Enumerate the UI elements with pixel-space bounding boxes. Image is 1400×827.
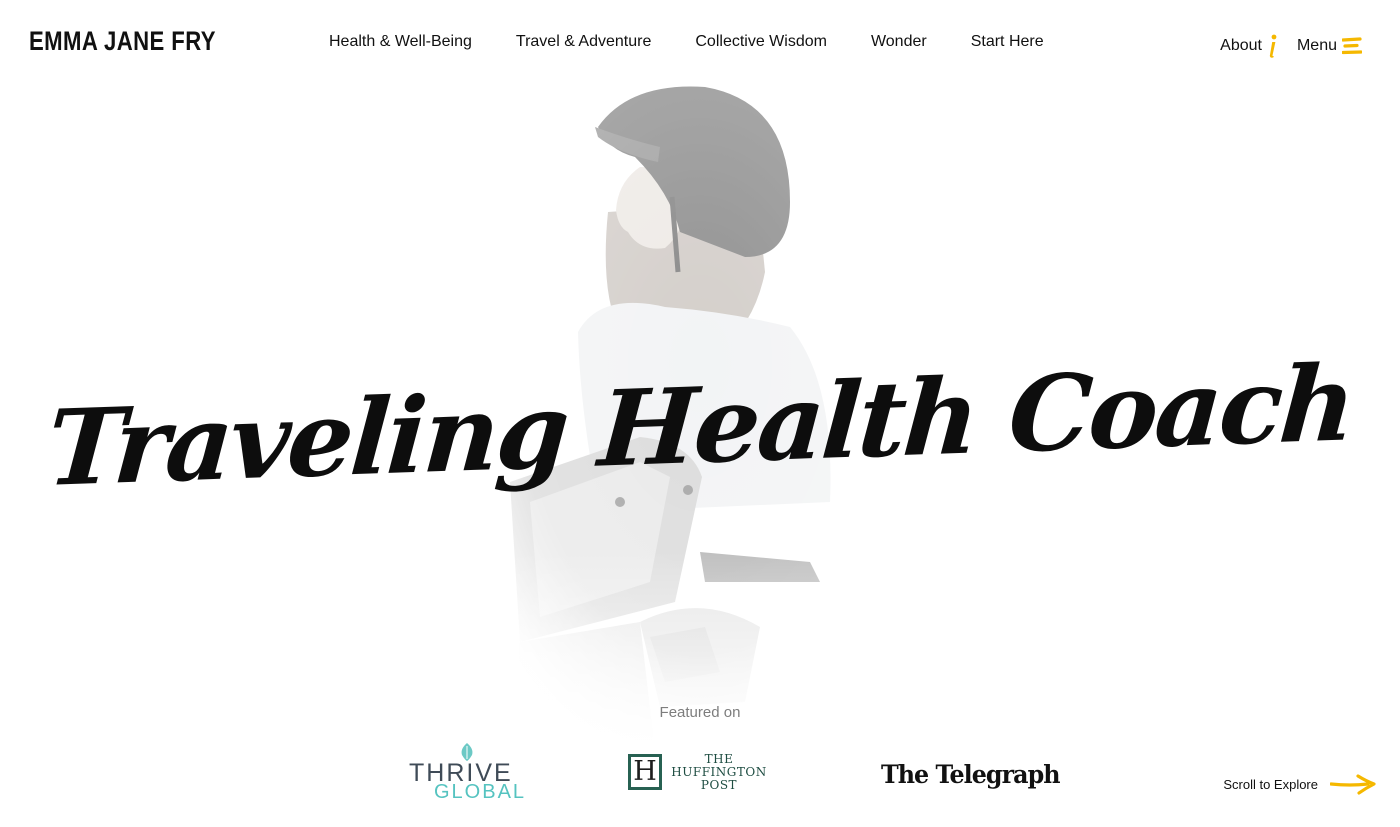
hamburger-icon [1342, 37, 1362, 55]
header-actions: About Menu [1220, 34, 1362, 58]
menu-button[interactable]: Menu [1297, 37, 1362, 55]
about-link[interactable]: About [1220, 34, 1277, 58]
thrive-global-logo[interactable]: THRIVE GLOBAL [409, 743, 524, 803]
main-nav: Health & Well-Being Travel & Adventure C… [329, 33, 1044, 51]
nav-item-travel-adventure[interactable]: Travel & Adventure [516, 33, 651, 51]
about-label: About [1220, 37, 1262, 54]
menu-label: Menu [1296, 37, 1337, 54]
info-icon [1269, 34, 1277, 58]
scroll-to-explore-link[interactable]: Scroll to Explore [1223, 773, 1376, 795]
huffington-post-logo[interactable]: H THE HUFFINGTON POST [628, 752, 770, 794]
huffington-line: POST [700, 778, 738, 792]
site-logo[interactable]: EMMA JANE FRY [29, 26, 216, 57]
nav-item-wonder[interactable]: Wonder [871, 33, 927, 51]
nav-item-start-here[interactable]: Start Here [971, 33, 1044, 51]
telegraph-logo[interactable]: The Telegraph [881, 760, 1061, 789]
huffington-wordmark: THE HUFFINGTON POST [668, 753, 770, 792]
nav-item-collective-wisdom[interactable]: Collective Wisdom [695, 33, 827, 51]
huffington-h-box: H [628, 754, 662, 790]
nav-item-health-well-being[interactable]: Health & Well-Being [329, 33, 472, 51]
hero-title: Traveling Health Coach [43, 340, 1357, 510]
arrow-right-icon [1330, 774, 1376, 795]
featured-label: Featured on [659, 704, 741, 721]
scroll-label: Scroll to Explore [1223, 776, 1318, 792]
global-wordmark: GLOBAL [434, 781, 527, 803]
